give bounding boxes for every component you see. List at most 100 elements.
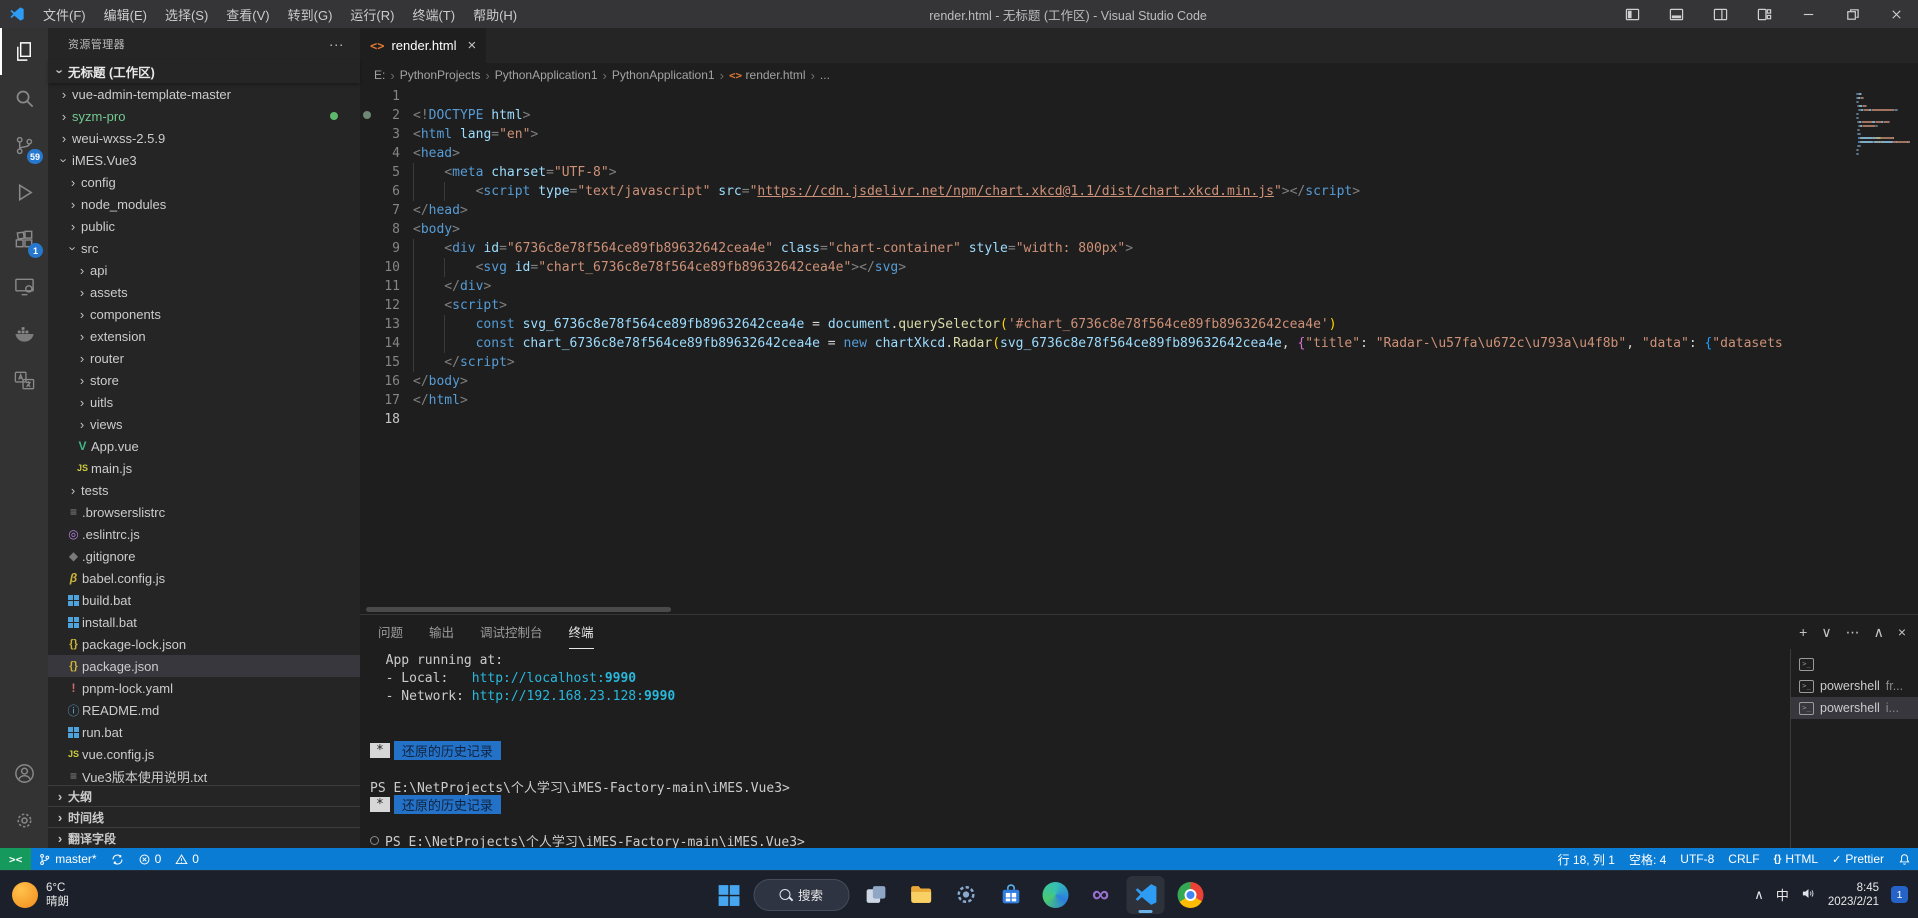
tree-item[interactable]: ›iMES.Vue3: [48, 149, 360, 171]
status-sync[interactable]: [104, 848, 131, 870]
tab-close-icon[interactable]: ×: [468, 37, 477, 54]
search-box[interactable]: 搜索: [754, 879, 850, 911]
breadcrumb-item[interactable]: PythonApplication1: [495, 68, 598, 82]
terminal-dropdown-icon[interactable]: ∨: [1821, 624, 1831, 641]
activity-source-control[interactable]: 59: [0, 122, 48, 169]
file-explorer-icon[interactable]: [902, 876, 940, 914]
tree-item[interactable]: ›src: [48, 237, 360, 259]
breadcrumb-item[interactable]: PythonProjects: [400, 68, 481, 82]
menu-item[interactable]: 查看(V): [217, 5, 278, 24]
status-braces[interactable]: {}HTML: [1767, 848, 1825, 870]
menu-item[interactable]: 文件(F): [34, 5, 95, 24]
status-check[interactable]: ✓Prettier: [1825, 848, 1891, 870]
tree-item[interactable]: run.bat: [48, 721, 360, 743]
activity-extensions[interactable]: 1: [0, 216, 48, 263]
tree-item[interactable]: ⓘREADME.md: [48, 699, 360, 721]
volume-icon[interactable]: [1801, 886, 1816, 904]
tree-item[interactable]: ≡Vue3版本使用说明.txt: [48, 765, 360, 785]
command-decoration-icon[interactable]: [370, 836, 379, 845]
tree-item[interactable]: ›tests: [48, 479, 360, 501]
menu-item[interactable]: 转到(G): [279, 5, 342, 24]
chrome-icon[interactable]: [1172, 876, 1210, 914]
ime-indicator[interactable]: 中: [1776, 885, 1789, 904]
status-CRLF[interactable]: CRLF: [1721, 848, 1766, 870]
tree-item[interactable]: ≡.browserslistrc: [48, 501, 360, 523]
menu-item[interactable]: 帮助(H): [464, 5, 526, 24]
tree-item[interactable]: ›router: [48, 347, 360, 369]
clock[interactable]: 8:45 2023/2/21: [1828, 881, 1879, 909]
vscode-icon[interactable]: [1127, 876, 1165, 914]
menu-item[interactable]: 编辑(E): [95, 5, 156, 24]
tree-item[interactable]: ›components: [48, 303, 360, 325]
task-view-button[interactable]: [857, 876, 895, 914]
tree-item[interactable]: VApp.vue: [48, 435, 360, 457]
tree-item[interactable]: JSvue.config.js: [48, 743, 360, 765]
activity-run-debug[interactable]: [0, 169, 48, 216]
tree-item[interactable]: ◆.gitignore: [48, 545, 360, 567]
explorer-more-actions-icon[interactable]: ···: [321, 36, 352, 52]
tree-item[interactable]: JSmain.js: [48, 457, 360, 479]
status-branch[interactable]: master*: [31, 848, 103, 870]
visual-studio-icon[interactable]: ∞: [1082, 876, 1120, 914]
tree-item[interactable]: ›node_modules: [48, 193, 360, 215]
microsoft-store-icon[interactable]: [992, 876, 1030, 914]
weather-widget[interactable]: 6°C 晴朗: [0, 881, 220, 909]
activity-account[interactable]: [0, 750, 48, 797]
tree-item[interactable]: ›config: [48, 171, 360, 193]
minimize-icon[interactable]: [1786, 0, 1830, 28]
tab-render-html[interactable]: <> render.html ×: [360, 28, 486, 63]
panel-tab-终端[interactable]: 终端: [569, 615, 594, 649]
sidebar-section-时间线[interactable]: ›时间线: [48, 806, 360, 827]
new-terminal-icon[interactable]: +: [1799, 624, 1807, 640]
code-editor[interactable]: 12<!DOCTYPE html>3<html lang="en">4<head…: [360, 87, 1918, 606]
tree-item[interactable]: ›weui-wxss-2.5.9: [48, 127, 360, 149]
tree-item[interactable]: {}package-lock.json: [48, 633, 360, 655]
maximize-panel-icon[interactable]: ∧: [1874, 624, 1884, 641]
activity-remote-explorer[interactable]: [0, 263, 48, 310]
breadcrumb[interactable]: E:›PythonProjects›PythonApplication1›Pyt…: [360, 63, 1918, 87]
tree-item[interactable]: βbabel.config.js: [48, 567, 360, 589]
layout-sidebar-icon[interactable]: [1610, 0, 1654, 28]
status-空格: 4[interactable]: 空格: 4: [1622, 848, 1673, 870]
menu-item[interactable]: 终端(T): [403, 5, 464, 24]
breadcrumb-item[interactable]: ...: [820, 68, 830, 82]
status-行 18, 列 1[interactable]: 行 18, 列 1: [1551, 848, 1622, 870]
breadcrumb-item[interactable]: E:: [374, 68, 385, 82]
tree-item[interactable]: ›uitls: [48, 391, 360, 413]
edge-icon[interactable]: [1037, 876, 1075, 914]
sidebar-section-翻译字段[interactable]: ›翻译字段: [48, 827, 360, 848]
terminal[interactable]: App running at: - Local: http://localhos…: [360, 649, 1790, 848]
activity-explorer[interactable]: [0, 28, 48, 75]
close-icon[interactable]: [1874, 0, 1918, 28]
terminal-list-item[interactable]: >_powershell i...: [1791, 697, 1918, 719]
minimap[interactable]: [1856, 89, 1910, 161]
breadcrumb-item[interactable]: <> render.html: [729, 68, 806, 82]
status-UTF-8[interactable]: UTF-8: [1673, 848, 1721, 870]
hidden-icons-chevron[interactable]: ∧: [1754, 887, 1764, 903]
layout-secondary-sidebar-icon[interactable]: [1698, 0, 1742, 28]
menu-item[interactable]: 运行(R): [341, 5, 403, 24]
status-bell[interactable]: [1891, 848, 1918, 870]
panel-tab-问题[interactable]: 问题: [378, 615, 403, 649]
horizontal-scrollbar[interactable]: [360, 606, 1918, 614]
layout-customize-icon[interactable]: [1742, 0, 1786, 28]
activity-search[interactable]: [0, 75, 48, 122]
remote-indicator[interactable]: ><: [0, 848, 31, 870]
notification-badge[interactable]: 1: [1891, 886, 1908, 903]
tree-item[interactable]: ›public: [48, 215, 360, 237]
layout-panel-icon[interactable]: [1654, 0, 1698, 28]
start-button[interactable]: [709, 876, 747, 914]
status-warning[interactable]: 0: [168, 848, 206, 870]
tree-item[interactable]: ›views: [48, 413, 360, 435]
tree-item[interactable]: build.bat: [48, 589, 360, 611]
breadcrumb-item[interactable]: PythonApplication1: [612, 68, 715, 82]
tree-item[interactable]: !pnpm-lock.yaml: [48, 677, 360, 699]
restore-icon[interactable]: [1830, 0, 1874, 28]
workspace-root[interactable]: › 无标题 (工作区): [48, 60, 360, 83]
tree-item[interactable]: ›vue-admin-template-master: [48, 83, 360, 105]
panel-more-icon[interactable]: ⋯: [1846, 624, 1860, 641]
tree-item[interactable]: ◎.eslintrc.js: [48, 523, 360, 545]
tree-item[interactable]: ›extension: [48, 325, 360, 347]
tree-item[interactable]: ›syzm-pro: [48, 105, 360, 127]
menu-item[interactable]: 选择(S): [156, 5, 217, 24]
